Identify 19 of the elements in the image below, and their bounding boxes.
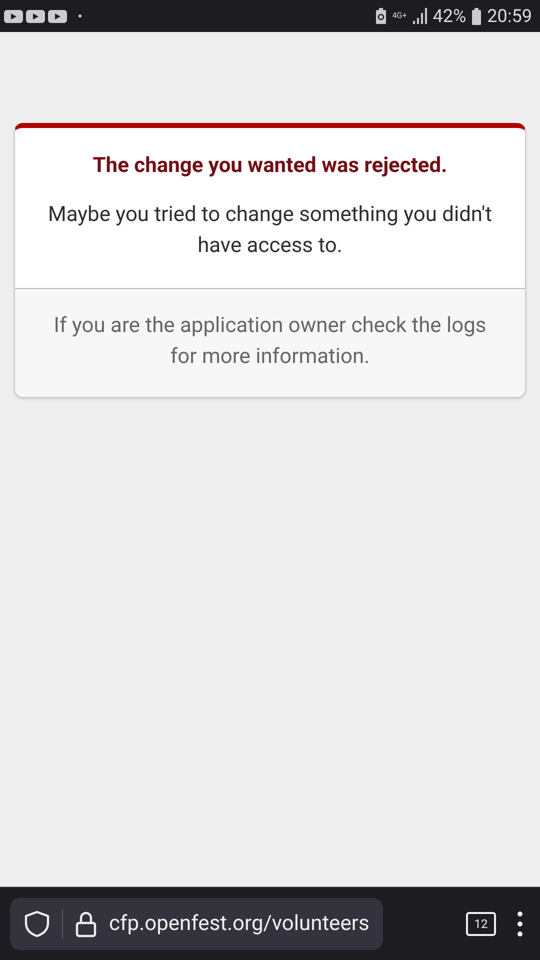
video-app-icon <box>26 10 45 22</box>
error-footer: If you are the application owner check the logs for more information. <box>15 289 525 397</box>
menu-icon[interactable] <box>516 910 524 936</box>
error-message: Maybe you tried to change something you didn't have access to. <box>47 202 493 260</box>
tab-count-button[interactable]: 12 <box>466 912 496 936</box>
battery-saver-icon <box>376 8 386 24</box>
network-type: 4G+ <box>392 12 407 20</box>
lock-icon <box>75 910 97 938</box>
battery-percent: 42% <box>432 6 466 26</box>
shield-icon[interactable] <box>24 910 50 938</box>
clock: 20:59 <box>487 6 532 26</box>
dot-icon <box>78 14 82 18</box>
battery-icon <box>472 8 482 24</box>
signal-icon <box>412 8 427 24</box>
error-title: The change you wanted was rejected. <box>92 154 448 178</box>
address-bar[interactable]: cfp.openfest.org/volunteers <box>10 898 384 950</box>
video-app-icon <box>48 10 67 22</box>
video-app-icon <box>4 10 23 22</box>
url-text: cfp.openfest.org/volunteers <box>109 912 370 936</box>
